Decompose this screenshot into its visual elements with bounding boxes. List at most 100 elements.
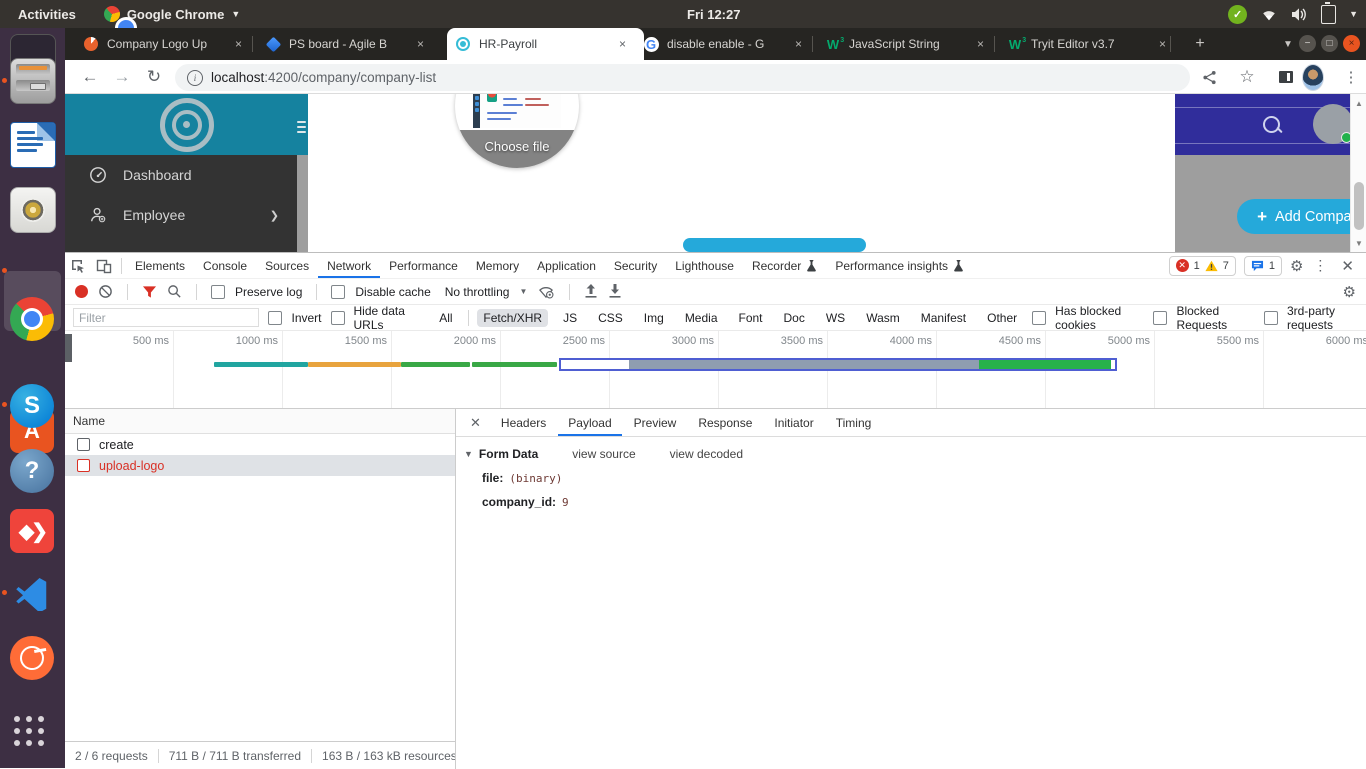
invert-label[interactable]: Invert: [291, 311, 321, 325]
filter-type-all[interactable]: All: [433, 309, 458, 327]
network-overview-timeline[interactable]: 500 ms 1000 ms 1500 ms 2000 ms 2500 ms 3…: [65, 331, 1366, 409]
console-status-badge[interactable]: ✕ 1 7: [1168, 255, 1236, 276]
window-minimize-button[interactable]: −: [1299, 35, 1316, 52]
filter-input[interactable]: [73, 308, 260, 327]
browser-tab[interactable]: W3 JavaScript String ×: [817, 28, 999, 60]
filter-type-manifest[interactable]: Manifest: [915, 309, 972, 327]
disable-cache-label[interactable]: Disable cache: [355, 285, 430, 299]
volume-icon[interactable]: [1291, 7, 1308, 22]
browser-tab[interactable]: W3 Tryit Editor v3.7 ×: [999, 28, 1181, 60]
blocked-requests-label[interactable]: Blocked Requests: [1176, 304, 1255, 332]
clock[interactable]: Fri 12:27: [687, 0, 740, 28]
scroll-up-icon[interactable]: ▲: [1351, 96, 1366, 110]
request-checkbox[interactable]: [77, 459, 90, 472]
clear-icon[interactable]: [98, 284, 113, 299]
preserve-log-label[interactable]: Preserve log: [235, 285, 302, 299]
request-checkbox[interactable]: [77, 438, 90, 451]
site-info-icon[interactable]: i: [187, 69, 203, 86]
preserve-log-checkbox[interactable]: [211, 284, 225, 299]
tab-close-icon[interactable]: ×: [1157, 37, 1168, 51]
blocked-requests-checkbox[interactable]: [1153, 310, 1168, 325]
form-data-title[interactable]: Form Data: [479, 447, 538, 461]
devtools-close-icon[interactable]: ✕: [1337, 257, 1358, 275]
filter-funnel-icon[interactable]: [142, 285, 157, 299]
throttling-chevron-icon[interactable]: ▼: [519, 287, 527, 296]
share-icon[interactable]: [1198, 66, 1220, 88]
devtools-tab-elements[interactable]: Elements: [126, 253, 194, 278]
network-settings-icon[interactable]: ⚙: [1343, 283, 1356, 301]
page-scrollbar[interactable]: ▲ ▼: [1350, 94, 1366, 252]
devtools-tab-recorder[interactable]: Recorder: [743, 253, 826, 278]
waterfall-bar-1[interactable]: [214, 362, 308, 367]
issues-badge[interactable]: 1: [1243, 255, 1282, 276]
devtools-tab-lighthouse[interactable]: Lighthouse: [666, 253, 743, 278]
filter-type-css[interactable]: CSS: [592, 309, 629, 327]
filter-type-font[interactable]: Font: [733, 309, 769, 327]
record-icon[interactable]: [75, 285, 88, 298]
forward-icon[interactable]: →: [110, 65, 134, 89]
has-blocked-cookies-checkbox[interactable]: [1032, 310, 1047, 325]
tab-close-icon[interactable]: ×: [617, 37, 628, 51]
dock-item-google-chrome[interactable]: [10, 297, 54, 341]
devtools-tab-console[interactable]: Console: [194, 253, 256, 278]
filter-type-other[interactable]: Other: [981, 309, 1023, 327]
detail-close-icon[interactable]: ✕: [462, 415, 489, 431]
hamburger-menu-icon[interactable]: [297, 118, 306, 136]
activities-button[interactable]: Activities: [0, 7, 94, 22]
browser-tab-active[interactable]: HR-Payroll ×: [447, 28, 644, 60]
detail-tab-preview[interactable]: Preview: [624, 410, 687, 436]
disable-cache-checkbox[interactable]: [331, 284, 346, 299]
invert-checkbox[interactable]: [268, 310, 283, 325]
app-logo-icon[interactable]: [159, 97, 214, 152]
timeline-handle[interactable]: [65, 334, 72, 362]
request-row-upload-logo[interactable]: upload-logo: [65, 455, 455, 476]
new-tab-button[interactable]: +: [1190, 34, 1210, 54]
dock-item-libreoffice-writer[interactable]: [10, 122, 56, 168]
detail-tab-headers[interactable]: Headers: [491, 410, 556, 436]
dock-item-vscode[interactable]: [10, 571, 54, 615]
waterfall-bar-4[interactable]: [472, 362, 557, 367]
devtools-menu-icon[interactable]: ⋮: [1311, 257, 1329, 274]
devtools-tab-memory[interactable]: Memory: [467, 253, 528, 278]
detail-tab-payload[interactable]: Payload: [558, 410, 621, 436]
view-source-link[interactable]: view source: [572, 447, 635, 461]
bookmark-star-icon[interactable]: ☆: [1236, 66, 1258, 88]
dock-item-anydesk[interactable]: ◆❯: [10, 509, 54, 553]
devtools-tab-sources[interactable]: Sources: [256, 253, 318, 278]
status-check-icon[interactable]: ✓: [1228, 4, 1248, 24]
logo-preview-circle[interactable]: Choose file: [455, 94, 579, 168]
waterfall-bar-upload[interactable]: [559, 358, 1117, 371]
address-bar[interactable]: i localhost:4200/company/company-list: [175, 64, 1190, 91]
dock-item-rhythmbox[interactable]: [10, 187, 56, 233]
side-panel-icon[interactable]: [1275, 66, 1297, 88]
throttling-select[interactable]: No throttling: [445, 285, 510, 299]
dock-item-skype[interactable]: S: [10, 384, 54, 428]
filter-type-media[interactable]: Media: [679, 309, 724, 327]
browser-tab[interactable]: G disable enable - G ×: [635, 28, 817, 60]
profile-avatar[interactable]: [1302, 63, 1324, 91]
hide-data-urls-checkbox[interactable]: [330, 310, 345, 325]
export-har-icon[interactable]: [608, 284, 622, 299]
sidebar-item-dashboard[interactable]: Dashboard: [65, 155, 297, 195]
hide-data-urls-label[interactable]: Hide data URLs: [354, 304, 423, 332]
view-decoded-link[interactable]: view decoded: [670, 447, 743, 461]
filter-type-img[interactable]: Img: [638, 309, 670, 327]
devtools-tab-network[interactable]: Network: [318, 253, 380, 278]
add-company-button[interactable]: + Add Company: [1237, 199, 1366, 234]
import-har-icon[interactable]: [584, 284, 598, 299]
inspect-element-icon[interactable]: [65, 254, 91, 278]
reload-icon[interactable]: ↻: [142, 65, 166, 89]
dock-item-file-cabinet[interactable]: [10, 58, 56, 104]
third-party-checkbox[interactable]: [1263, 310, 1278, 325]
upload-button-partial[interactable]: [683, 238, 866, 252]
network-search-icon[interactable]: [167, 284, 182, 299]
has-blocked-cookies-label[interactable]: Has blocked cookies: [1055, 304, 1144, 332]
scrollbar-thumb[interactable]: [1354, 182, 1364, 230]
tab-close-icon[interactable]: ×: [415, 37, 426, 51]
waterfall-bar-3[interactable]: [401, 362, 470, 367]
devtools-tab-application[interactable]: Application: [528, 253, 605, 278]
filter-type-ws[interactable]: WS: [820, 309, 851, 327]
window-close-button[interactable]: ×: [1343, 35, 1360, 52]
devtools-tab-performance[interactable]: Performance: [380, 253, 467, 278]
dock-item-app-grid[interactable]: [14, 716, 44, 746]
